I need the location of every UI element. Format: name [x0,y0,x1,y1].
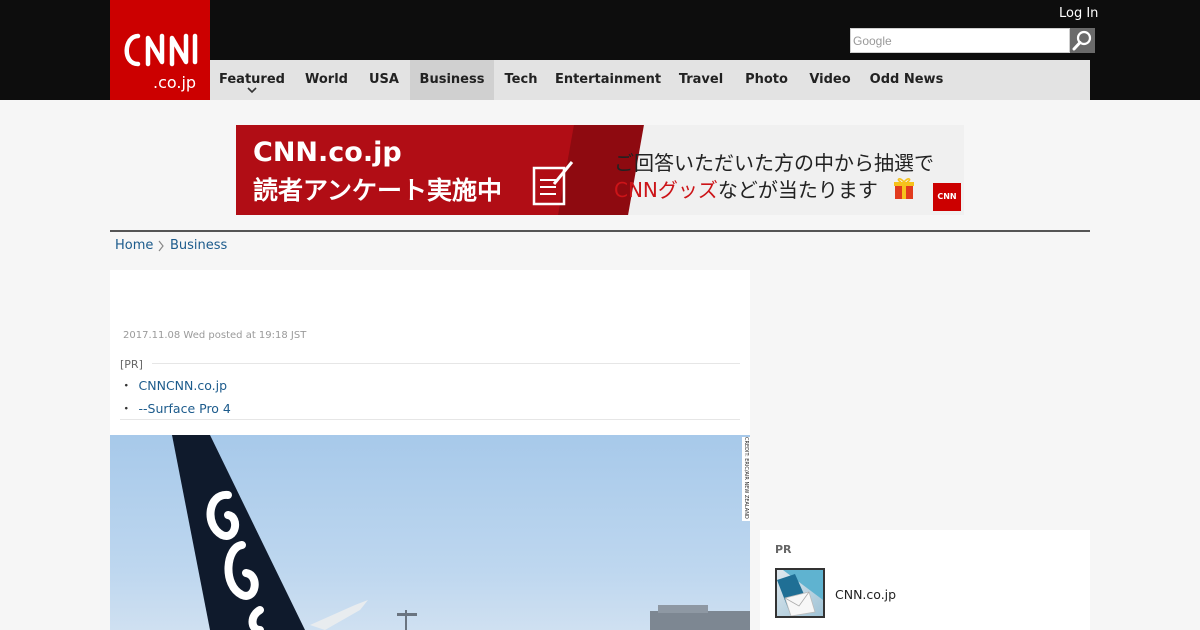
survey-banner[interactable]: CNN.co.jp 読者アンケート実施中 ご回答いただいた方の中から抽選で CN… [236,125,964,215]
breadcrumb-business[interactable]: Business [170,238,227,253]
nav-world[interactable]: World [294,60,359,100]
sidebar-pr-link[interactable]: CNN.co.jp [835,587,896,602]
pr-bottom-divider [120,419,740,420]
chevron-down-icon [247,87,257,94]
pr-label: [PR] [120,358,143,371]
photo-credit-text: CREDIT: ERIC/AIR NEW ZEALAND [743,437,749,519]
chevron-right-icon [158,240,164,252]
nav-entertainment[interactable]: Entertainment [548,60,668,100]
nav-video[interactable]: Video [799,60,861,100]
login-link[interactable]: Log In [1059,6,1098,21]
article-photo [110,435,750,630]
nav-usa[interactable]: USA [359,60,409,100]
bullet: ・ [120,378,133,393]
document-pen-icon [532,161,574,206]
nav-business[interactable]: Business [410,60,494,100]
cnn-logo[interactable]: .co.jp [110,0,210,100]
pr-link-cnn[interactable]: CNNCNN.co.jp [139,378,228,393]
bullet: ・ [120,401,133,416]
airplane-tail-image [172,435,750,630]
search-button[interactable] [1070,28,1095,53]
banner-cnn-logo: CNN [933,183,961,211]
main-nav: Featured World USA Business Tech Enterta… [210,60,1090,100]
banner-goods-highlight: CNNグッズ [614,178,718,202]
breadcrumb-home[interactable]: Home [115,238,153,253]
nav-photo[interactable]: Photo [734,60,799,100]
banner-goods-text: CNNグッズなどが当たります [614,174,878,203]
pr-divider [152,363,740,364]
banner-goods-rest: などが当たります [717,178,878,202]
pr-link-surface[interactable]: --Surface Pro 4 [139,401,231,416]
logo-cojp: .co.jp [153,73,196,92]
envelope-image [777,570,823,616]
cnn-logo-mark: .co.jp [124,33,198,92]
sidebar-thumbnail[interactable] [775,568,825,618]
sidebar-pr-label: PR [775,543,792,556]
breadcrumb-divider [110,230,1090,232]
nav-featured[interactable]: Featured [210,60,294,100]
search-icon [1072,30,1092,51]
article-card: 2017.11.08 Wed posted at 19:18 JST [PR] … [110,270,750,435]
banner-subtitle: 読者アンケート実施中 [253,176,503,205]
search-input[interactable]: Google [850,28,1070,53]
photo-credit: CREDIT: ERIC/AIR NEW ZEALAND [742,437,750,521]
pr-link-item[interactable]: ・ CNNCNN.co.jp [120,375,227,394]
pr-link-item[interactable]: ・ --Surface Pro 4 [120,398,231,417]
nav-travel[interactable]: Travel [668,60,734,100]
banner-title: CNN.co.jp [253,137,402,168]
gift-icon [894,178,914,199]
nav-featured-label: Featured [219,72,285,87]
nav-tech[interactable]: Tech [494,60,548,100]
sidebar-pr-box: PR CNN.co.jp [760,530,1090,630]
article-date: 2017.11.08 Wed posted at 19:18 JST [123,330,307,341]
nav-odd-news[interactable]: Odd News [861,60,952,100]
banner-lottery-text: ご回答いただいた方の中から抽選で [614,151,934,175]
